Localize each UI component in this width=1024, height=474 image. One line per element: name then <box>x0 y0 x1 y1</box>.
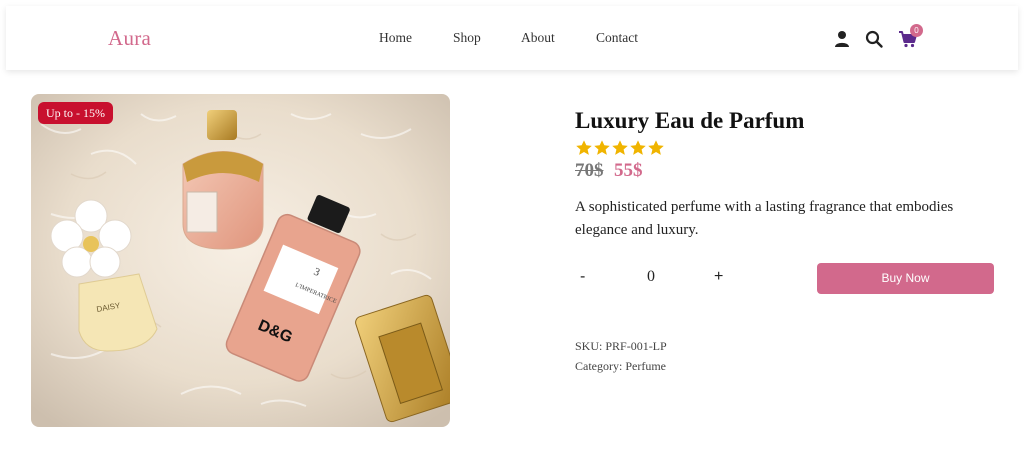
sale-price: 55$ <box>614 160 643 181</box>
rating-stars <box>575 139 665 157</box>
product-image: 3 L'IMPERATRICE D&G DAISY <box>31 94 450 427</box>
star-icon <box>630 140 646 155</box>
quantity-increase-button[interactable]: + <box>714 268 723 286</box>
quantity-decrease-button[interactable]: - <box>580 268 585 286</box>
quantity-value[interactable]: 0 <box>647 268 655 286</box>
site-header: Aura Home Shop About Contact 0 <box>6 6 1018 70</box>
logo[interactable]: Aura <box>108 26 151 51</box>
star-icon <box>612 140 628 155</box>
nav-contact[interactable]: Contact <box>596 30 638 46</box>
cart-count-badge: 0 <box>910 24 923 37</box>
star-icon <box>594 140 610 155</box>
original-price: 70$ <box>575 160 604 181</box>
buy-now-button[interactable]: Buy Now <box>817 263 994 294</box>
product-sku: SKU: PRF-001-LP <box>575 339 667 353</box>
product-category: Category: Perfume <box>575 359 666 373</box>
star-icon <box>648 140 664 155</box>
user-icon[interactable] <box>832 29 852 49</box>
nav-about[interactable]: About <box>521 30 555 46</box>
star-icon <box>576 140 592 155</box>
discount-badge: Up to - 15% <box>38 102 113 124</box>
search-icon[interactable] <box>864 29 884 49</box>
product-description: A sophisticated perfume with a lasting f… <box>575 199 954 238</box>
product-title: Luxury Eau de Parfum <box>575 108 805 133</box>
nav-shop[interactable]: Shop <box>453 30 481 46</box>
nav-home[interactable]: Home <box>379 30 412 46</box>
